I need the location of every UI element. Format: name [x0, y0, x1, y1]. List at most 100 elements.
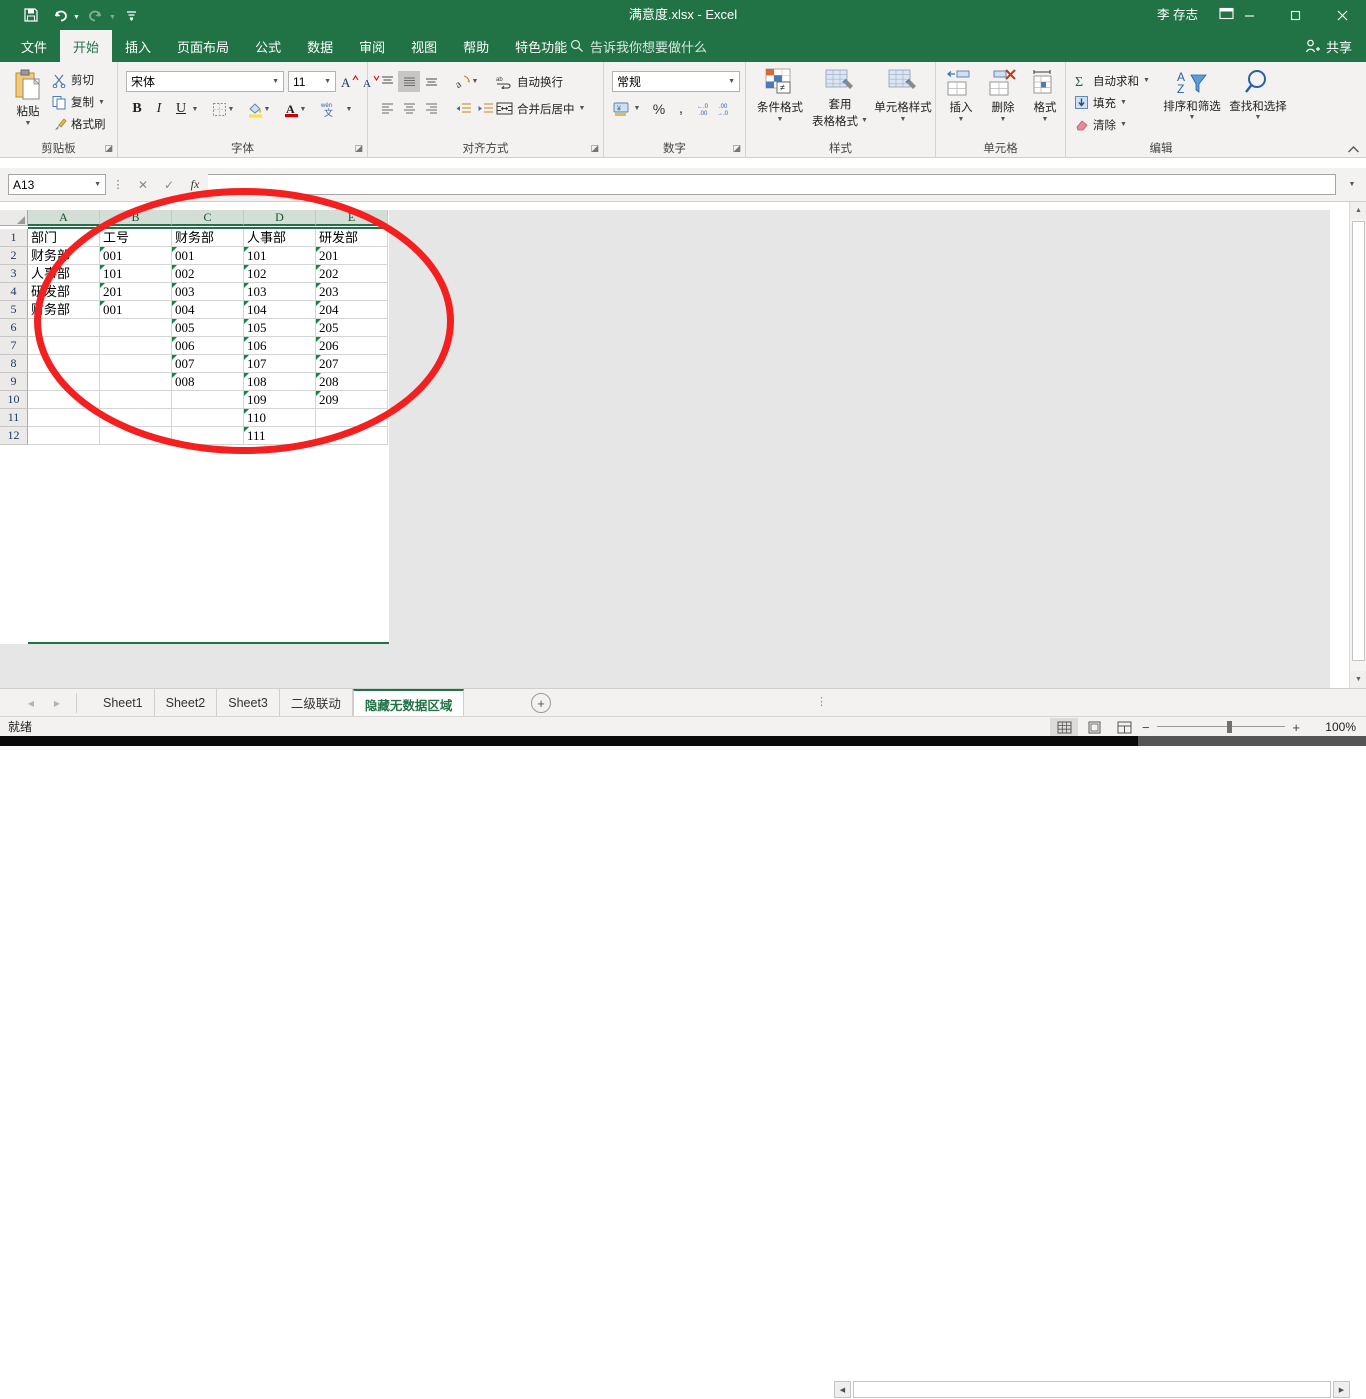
tab-home[interactable]: 开始 [60, 30, 113, 62]
number-dialog-launcher[interactable]: ◪ [732, 143, 741, 154]
horizontal-scrollbar[interactable]: ◀ ▶ [834, 1381, 1350, 1399]
cell-C10[interactable] [172, 391, 244, 409]
zoom-slider-control[interactable]: − + [1142, 717, 1300, 737]
font-size-caret[interactable]: ▼ [324, 78, 331, 85]
comma-style-button[interactable]: , [670, 98, 692, 119]
cut-button[interactable]: 剪切 [52, 70, 94, 90]
font-name-combobox[interactable]: 宋体 ▼ [126, 71, 284, 92]
clear-button[interactable]: 清除 ▼ [1074, 114, 1127, 135]
format-as-table-button[interactable]: 套用 表格格式 ▼ [810, 68, 870, 129]
cell-C2[interactable]: 001 [172, 247, 244, 265]
number-format-caret[interactable]: ▼ [728, 78, 735, 85]
delete-cells-caret[interactable]: ▼ [1000, 116, 1007, 123]
page-layout-view-button[interactable] [1080, 718, 1108, 736]
cell-E8[interactable]: 207 [316, 355, 388, 373]
cell-C8[interactable]: 007 [172, 355, 244, 373]
cell-A2[interactable]: 财务部 [28, 247, 100, 265]
cell-D2[interactable]: 101 [244, 247, 316, 265]
cell-C6[interactable]: 005 [172, 319, 244, 337]
phonetic-dropdown-caret[interactable]: ▼ [344, 98, 354, 120]
cell-D12[interactable]: 111 [244, 427, 316, 445]
cell-E5[interactable]: 204 [316, 301, 388, 319]
increase-indent-icon[interactable] [474, 98, 496, 119]
expand-formula-bar-caret[interactable]: ▼ [1342, 174, 1362, 196]
scroll-right-arrow-icon[interactable]: ▶ [1333, 1381, 1350, 1398]
percent-style-button[interactable]: % [648, 98, 670, 119]
cell-A8[interactable] [28, 355, 100, 373]
orientation-dropdown-caret[interactable]: ▼ [470, 71, 480, 92]
cell-B9[interactable] [100, 373, 172, 391]
sort-filter-button[interactable]: A Z 排序和筛选 ▼ [1158, 68, 1226, 121]
column-header-a[interactable]: A [28, 210, 100, 226]
cell-B2[interactable]: 001 [100, 247, 172, 265]
error-flag-icon[interactable] [100, 265, 105, 270]
error-flag-icon[interactable] [316, 337, 321, 342]
error-flag-icon[interactable] [244, 391, 249, 396]
tab-special-features[interactable]: 特色功能 [502, 30, 580, 62]
cell-E12[interactable] [316, 427, 388, 445]
accounting-format-icon[interactable]: ¥ [612, 98, 632, 119]
format-painter-button[interactable]: 格式刷 [52, 114, 106, 134]
error-flag-icon[interactable] [172, 301, 177, 306]
clear-caret[interactable]: ▼ [1120, 121, 1127, 128]
merge-center-button[interactable]: 合并后居中 ▼ [496, 98, 585, 119]
cell-C4[interactable]: 003 [172, 283, 244, 301]
cell-B6[interactable] [100, 319, 172, 337]
cell-A1[interactable]: 部门 [28, 229, 100, 247]
error-flag-icon[interactable] [244, 247, 249, 252]
underline-button[interactable]: U [170, 98, 192, 120]
tab-help[interactable]: 帮助 [450, 30, 502, 62]
cell-styles-caret[interactable]: ▼ [900, 116, 907, 123]
cell-A9[interactable] [28, 373, 100, 391]
cell-C7[interactable]: 006 [172, 337, 244, 355]
cell-A3[interactable]: 人事部 [28, 265, 100, 283]
formula-input[interactable] [208, 174, 1336, 195]
cell-C12[interactable] [172, 427, 244, 445]
error-flag-icon[interactable] [316, 301, 321, 306]
underline-dropdown-caret[interactable]: ▼ [190, 98, 200, 120]
tab-view[interactable]: 视图 [398, 30, 450, 62]
font-color-dropdown-caret[interactable]: ▼ [298, 98, 308, 120]
add-sheet-button[interactable]: + [531, 693, 551, 713]
zoom-slider-thumb[interactable] [1226, 721, 1232, 733]
format-cells-button[interactable]: 格式 ▼ [1024, 68, 1066, 123]
column-header-c[interactable]: C [172, 210, 244, 226]
zoom-level-label[interactable]: 100% [1325, 717, 1356, 737]
phonetic-guide-icon[interactable]: wén 文 [318, 98, 342, 120]
copy-button[interactable]: 复制 ▼ [52, 92, 105, 112]
find-select-button[interactable]: 查找和选择 ▼ [1224, 68, 1292, 121]
error-flag-icon[interactable] [316, 355, 321, 360]
next-sheet-arrow-icon[interactable]: ▶ [46, 694, 68, 712]
tab-page-layout[interactable]: 页面布局 [164, 30, 242, 62]
cell-D5[interactable]: 104 [244, 301, 316, 319]
error-flag-icon[interactable] [244, 355, 249, 360]
error-flag-icon[interactable] [172, 247, 177, 252]
cell-E4[interactable]: 203 [316, 283, 388, 301]
autosum-button[interactable]: Σ 自动求和 ▼ [1074, 70, 1150, 91]
row-header-3[interactable]: 3 [0, 265, 28, 283]
tab-formulas[interactable]: 公式 [242, 30, 294, 62]
cell-styles-button[interactable]: 单元格样式 ▼ [870, 68, 936, 123]
cell-E10[interactable]: 209 [316, 391, 388, 409]
scroll-left-arrow-icon[interactable]: ◀ [834, 1381, 851, 1398]
maximize-button[interactable] [1272, 0, 1318, 30]
error-flag-icon[interactable] [172, 355, 177, 360]
cell-B1[interactable]: 工号 [100, 229, 172, 247]
name-box[interactable]: A13 ▼ [8, 174, 106, 195]
insert-cells-button[interactable]: 插入 ▼ [940, 68, 982, 123]
increase-font-size-button[interactable]: A [340, 71, 360, 92]
italic-button[interactable]: I [148, 98, 170, 120]
error-flag-icon[interactable] [316, 283, 321, 288]
close-button[interactable] [1318, 0, 1366, 30]
insert-function-icon[interactable]: fx [182, 174, 208, 196]
paste-button[interactable]: 粘贴 ▼ [6, 68, 50, 134]
tab-review[interactable]: 审阅 [346, 30, 398, 62]
cell-D6[interactable]: 105 [244, 319, 316, 337]
error-flag-icon[interactable] [316, 247, 321, 252]
cell-A12[interactable] [28, 427, 100, 445]
row-header-4[interactable]: 4 [0, 283, 28, 301]
error-flag-icon[interactable] [244, 319, 249, 324]
clipboard-dialog-launcher[interactable]: ◪ [104, 143, 113, 154]
sheet-tab-sheet1[interactable]: Sheet1 [92, 689, 155, 716]
error-flag-icon[interactable] [244, 373, 249, 378]
